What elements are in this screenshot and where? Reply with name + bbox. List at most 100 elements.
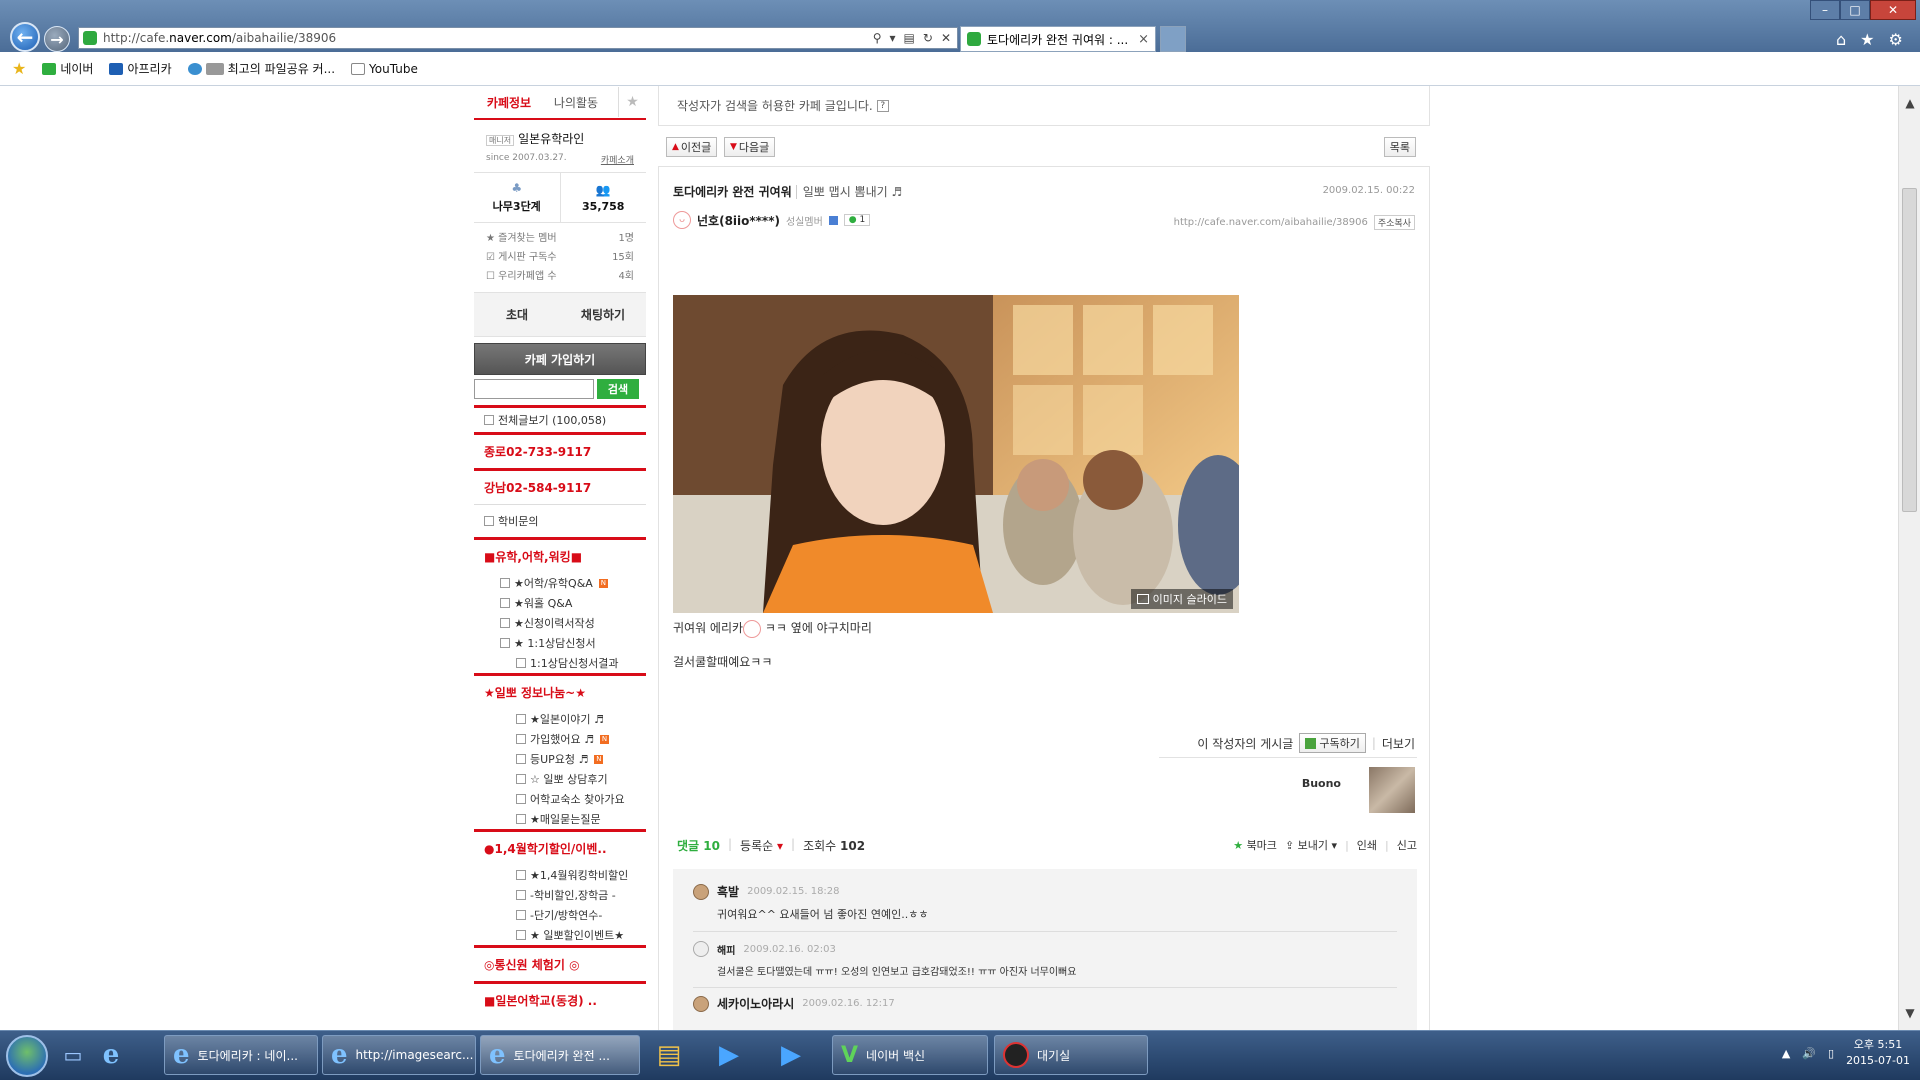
favorite-fileshare[interactable]: 최고의 파일공유 커... — [187, 60, 335, 77]
cafe-search-input[interactable] — [474, 379, 594, 399]
menu-item[interactable]: ★어학/유학Q&A N — [474, 573, 646, 593]
taskbar-task[interactable]: e 토다에리카 : 네이... — [164, 1035, 318, 1075]
menu-tuition[interactable]: 학비문의 — [474, 504, 646, 537]
taskbar-task[interactable]: V 네이버 백신 — [832, 1035, 988, 1075]
taskbar-task[interactable]: 대기실 — [994, 1035, 1148, 1075]
comment-count-badge[interactable]: ● 1 — [843, 214, 871, 226]
menu-phone-gangnam[interactable]: 강남02-584-9117 — [474, 468, 646, 504]
list-button[interactable]: 목록 — [1383, 137, 1416, 157]
menu-item[interactable]: ★일본이야기 ♬ — [474, 709, 646, 729]
favorites-star-icon[interactable]: ★ — [12, 59, 26, 78]
tab-active[interactable]: 토다에리카 완전 귀여워 : ... × — [960, 26, 1156, 52]
cafe-intro-link[interactable]: 카페소개 — [601, 153, 634, 166]
close-button[interactable]: ✕ — [1870, 0, 1916, 20]
search-icon[interactable]: ⚲ — [873, 31, 882, 45]
refresh-icon[interactable]: ↻ — [923, 31, 933, 45]
menu-group-title[interactable]: ■유학,어학,워킹■ — [474, 537, 646, 573]
cafe-search-button[interactable]: 검색 — [597, 379, 639, 399]
forward-button[interactable]: → — [44, 26, 70, 52]
cafe-members[interactable]: 👥 35,758 — [561, 173, 647, 222]
menu-item[interactable]: ★매일묻는질문 — [474, 809, 646, 829]
favorite-naver[interactable]: 네이버 — [42, 60, 93, 77]
menu-group-title[interactable]: ●1,4월학기할인/이벤.. — [474, 829, 646, 865]
menu-phone-jongno[interactable]: 종로02-733-9117 — [474, 432, 646, 468]
favorite-youtube[interactable]: YouTube — [351, 62, 418, 76]
scroll-down-icon[interactable]: ▼ — [1899, 1006, 1920, 1026]
volume-icon[interactable]: 🔊 — [1802, 1047, 1816, 1060]
menu-item[interactable]: 가입했어요 ♬ N — [474, 729, 646, 749]
help-icon[interactable]: ? — [876, 99, 889, 112]
article-url[interactable]: http://cafe.naver.com/aibahailie/38906 — [1174, 217, 1368, 228]
print-button[interactable]: 인쇄 — [1357, 837, 1377, 853]
article-category[interactable]: 일뽀 맵시 뽐내기 ♬ — [795, 185, 903, 199]
back-button[interactable]: ← — [10, 22, 40, 52]
sort-dropdown[interactable]: 등록순 ▾ — [740, 837, 783, 854]
media-player-icon[interactable]: ▶ — [712, 1039, 746, 1071]
more-link[interactable]: 더보기 — [1382, 735, 1415, 752]
subscribe-button[interactable]: 구독하기 — [1299, 733, 1366, 753]
taskbar-task[interactable]: e http://imagesearc... — [322, 1035, 476, 1075]
commenter-name[interactable]: 세카이노아라시 — [717, 995, 794, 1012]
show-desktop-icon[interactable]: ▭ — [56, 1039, 90, 1071]
scroll-up-icon[interactable]: ▲ — [1899, 96, 1920, 116]
cafe-level[interactable]: ♣ 나무3단계 — [474, 173, 561, 222]
network-icon[interactable]: ▯ — [1828, 1047, 1834, 1060]
menu-item[interactable]: -학비할인,장학금 - — [474, 885, 646, 905]
menu-item[interactable]: ★신청이력서작성 — [474, 613, 646, 633]
article-photo[interactable]: 이미지 슬라이드 — [673, 295, 1239, 613]
join-cafe-button[interactable]: 카페 가입하기 — [474, 343, 646, 375]
share-button[interactable]: ⇪ 보내기 ▾ — [1285, 837, 1337, 853]
menu-group-title[interactable]: ◎통신원 체험기 ◎ — [474, 945, 646, 981]
tools-gear-icon[interactable]: ⚙ — [1889, 30, 1903, 49]
folder-icon[interactable]: ▤ — [652, 1039, 686, 1071]
minimize-button[interactable]: – — [1810, 0, 1840, 20]
author-name[interactable]: 넌호(8iio****) — [697, 212, 780, 229]
vertical-scrollbar[interactable]: ▲ ▼ — [1898, 86, 1920, 1030]
menu-all-posts[interactable]: 전체글보기 (100,058) — [474, 405, 646, 432]
menu-group-title[interactable]: ★일뽀 정보나눔~★ — [474, 673, 646, 709]
menu-group-title[interactable]: ■일본어학교(동경) .. — [474, 981, 646, 1017]
menu-item[interactable]: ★워홀 Q&A — [474, 593, 646, 613]
new-tab-button[interactable] — [1160, 26, 1186, 52]
commenter-name[interactable]: 흑발 — [717, 883, 739, 900]
tab-cafe-info[interactable]: 카페정보 — [474, 94, 544, 111]
maximize-button[interactable]: □ — [1840, 0, 1870, 20]
article-text-line: 귀여워 에리카 ㅋㅋ 옆에 야구치마리 — [673, 619, 872, 638]
next-post-button[interactable]: ▼ 다음글 — [724, 137, 776, 157]
bookmark-button[interactable]: ★ 북마크 — [1233, 837, 1277, 853]
home-icon[interactable]: ⌂ — [1836, 30, 1846, 49]
menu-item[interactable]: ★ 1:1상담신청서 — [474, 633, 646, 653]
comments-count[interactable]: 댓글 10 — [677, 837, 720, 854]
address-bar[interactable]: http://cafe.naver.com/aibahailie/38906 ⚲… — [78, 27, 958, 49]
copy-url-button[interactable]: 주소복사 — [1373, 215, 1415, 230]
menu-item[interactable]: 등UP요청 ♬ N — [474, 749, 646, 769]
start-button[interactable] — [6, 1035, 48, 1077]
commenter-name[interactable]: 해피 — [717, 942, 735, 957]
live-player-icon[interactable]: ▶ — [774, 1039, 808, 1071]
tray-expand-icon[interactable]: ▲ — [1782, 1047, 1790, 1060]
menu-item[interactable]: ☆ 일뽀 상담후기 — [474, 769, 646, 789]
menu-item[interactable]: 1:1상담신청서결과 — [474, 653, 646, 673]
report-button[interactable]: 신고 — [1397, 837, 1417, 853]
stop-icon[interactable]: ✕ — [941, 31, 951, 45]
menu-item[interactable]: -단기/방학연수- — [474, 905, 646, 925]
compat-view-icon[interactable]: ▤ — [904, 31, 915, 45]
menu-item[interactable]: 어학교숙소 찾아가요 — [474, 789, 646, 809]
favorites-star-icon[interactable]: ★ — [1860, 30, 1874, 49]
taskbar-task[interactable]: e 토다에리카 완전 ... — [480, 1035, 640, 1075]
ie-pinned-icon[interactable]: e — [94, 1039, 128, 1071]
invite-button[interactable]: 초대 — [474, 293, 560, 336]
menu-item[interactable]: ★ 일뽀할인이벤트★ — [474, 925, 646, 945]
image-slideshow-button[interactable]: 이미지 슬라이드 — [1130, 589, 1233, 609]
scroll-thumb[interactable] — [1902, 188, 1917, 512]
star-icon[interactable]: ★ — [618, 87, 646, 117]
tab-my-activity[interactable]: 나의활동 — [544, 94, 608, 111]
favorite-afreeca[interactable]: 아프리카 — [109, 60, 172, 77]
prev-post-button[interactable]: ▲ 이전글 — [666, 137, 718, 157]
article-date: 2009.02.15. 00:22 — [1322, 185, 1415, 196]
clock[interactable]: 오후 5:51 2015-07-01 — [1846, 1037, 1910, 1069]
tab-close-icon[interactable]: × — [1138, 32, 1149, 47]
menu-item[interactable]: ★1,4월워킹학비할인 — [474, 865, 646, 885]
dropdown-icon[interactable]: ▾ — [890, 31, 896, 45]
chat-button[interactable]: 채팅하기 — [560, 293, 646, 336]
